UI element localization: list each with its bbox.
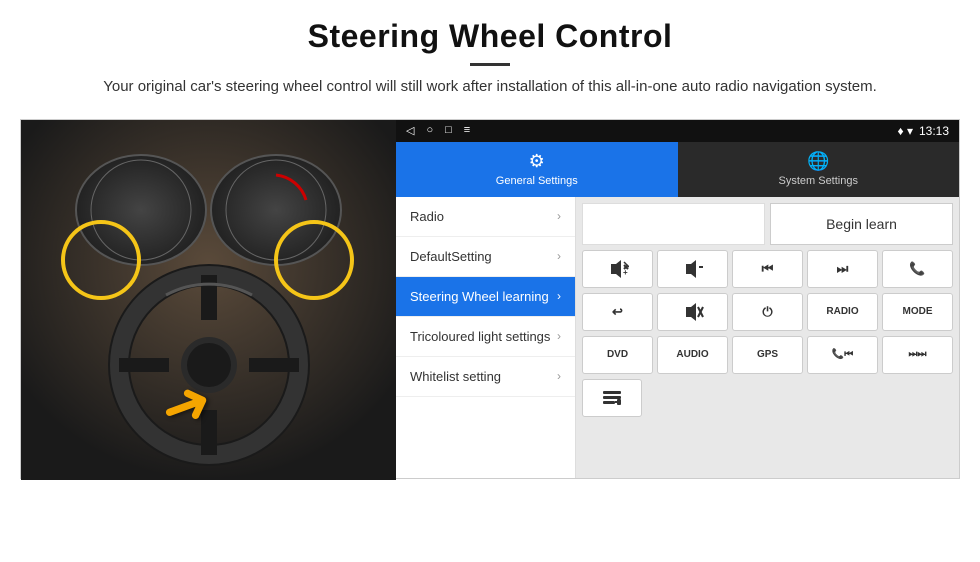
status-bar-nav: ◁ ○ □ ≡: [406, 124, 470, 137]
phone-button[interactable]: 📞: [882, 250, 953, 288]
nav-menu-icon[interactable]: ≡: [464, 124, 470, 137]
menu-default-label: DefaultSetting: [410, 249, 492, 264]
title-divider: [470, 63, 510, 66]
menu-steering-label: Steering Wheel learning: [410, 289, 549, 304]
tab-system-settings[interactable]: 🌐 System Settings: [678, 142, 960, 197]
status-bar: ◁ ○ □ ≡ ♦ ▾ 13:13: [396, 120, 959, 142]
menu-radio-label: Radio: [410, 209, 444, 224]
menu-item-steering-wheel[interactable]: Steering Wheel learning ›: [396, 277, 575, 317]
car-image: ➜: [21, 120, 396, 480]
nav-back-icon[interactable]: ◁: [406, 124, 414, 137]
status-bar-right: ♦ ▾ 13:13: [897, 124, 949, 138]
system-settings-icon: 🌐: [807, 151, 829, 172]
whitelist-row: [582, 379, 953, 417]
mode-button[interactable]: MODE: [882, 293, 953, 331]
content-area: Radio › DefaultSetting › Steering Wheel …: [396, 197, 959, 478]
right-panel: Begin learn + ⏮ ⏭ 📞 ↩: [576, 197, 959, 478]
android-ui: ◁ ○ □ ≡ ♦ ▾ 13:13 ⚙ General Settings 🌐 S…: [396, 120, 959, 478]
audio-button[interactable]: AUDIO: [657, 336, 728, 374]
controls-row-3: DVD AUDIO GPS 📞⏮ ⏭⏭: [582, 336, 953, 374]
empty-cell: [582, 203, 765, 245]
highlight-circle-right: [274, 220, 354, 300]
back-button[interactable]: ↩: [582, 293, 653, 331]
tab-general-label: General Settings: [496, 175, 578, 187]
chevron-icon-3: ›: [557, 289, 561, 303]
page-title: Steering Wheel Control: [60, 18, 920, 55]
svg-text:+: +: [623, 268, 628, 277]
controls-row-2: ↩ ⏻ RADIO MODE: [582, 293, 953, 331]
chevron-icon-2: ›: [557, 249, 561, 263]
chevron-icon-5: ›: [557, 369, 561, 383]
vol-up-button[interactable]: +: [582, 250, 653, 288]
radio-button[interactable]: RADIO: [807, 293, 878, 331]
page-subtitle: Your original car's steering wheel contr…: [100, 76, 880, 99]
menu-whitelist-label: Whitelist setting: [410, 369, 501, 384]
highlight-circle-left: [61, 220, 141, 300]
menu-item-default-setting[interactable]: DefaultSetting ›: [396, 237, 575, 277]
time-display: 13:13: [919, 124, 949, 138]
next-next-button[interactable]: ⏭⏭: [882, 336, 953, 374]
controls-row-1: + ⏮ ⏭ 📞: [582, 250, 953, 288]
tab-general-settings[interactable]: ⚙ General Settings: [396, 142, 678, 197]
phone-prev-button[interactable]: 📞⏮: [807, 336, 878, 374]
gps-button[interactable]: GPS: [732, 336, 803, 374]
menu-tricoloured-label: Tricoloured light settings: [410, 329, 550, 344]
list-icon-button[interactable]: [582, 379, 642, 417]
menu-item-tricoloured[interactable]: Tricoloured light settings ›: [396, 317, 575, 357]
nav-home-icon[interactable]: ○: [426, 124, 433, 137]
left-menu: Radio › DefaultSetting › Steering Wheel …: [396, 197, 576, 478]
general-settings-icon: ⚙: [529, 151, 545, 172]
prev-track-button[interactable]: ⏮: [732, 250, 803, 288]
menu-item-whitelist[interactable]: Whitelist setting ›: [396, 357, 575, 397]
menu-item-radio[interactable]: Radio ›: [396, 197, 575, 237]
chevron-icon-4: ›: [557, 329, 561, 343]
vol-down-button[interactable]: [657, 250, 728, 288]
dvd-button[interactable]: DVD: [582, 336, 653, 374]
begin-learn-row: Begin learn: [582, 203, 953, 245]
tab-bar: ⚙ General Settings 🌐 System Settings: [396, 142, 959, 197]
mute-button[interactable]: [657, 293, 728, 331]
chevron-icon: ›: [557, 209, 561, 223]
nav-recent-icon[interactable]: □: [445, 124, 452, 137]
next-track-button[interactable]: ⏭: [807, 250, 878, 288]
power-button[interactable]: ⏻: [732, 293, 803, 331]
begin-learn-button[interactable]: Begin learn: [770, 203, 953, 245]
signal-icon: ♦ ▾: [897, 124, 912, 138]
main-content: ➜ ◁ ○ □ ≡ ♦ ▾ 13:13 ⚙ General Settings: [20, 119, 960, 479]
tab-system-label: System Settings: [779, 175, 858, 187]
page-header: Steering Wheel Control Your original car…: [0, 0, 980, 109]
